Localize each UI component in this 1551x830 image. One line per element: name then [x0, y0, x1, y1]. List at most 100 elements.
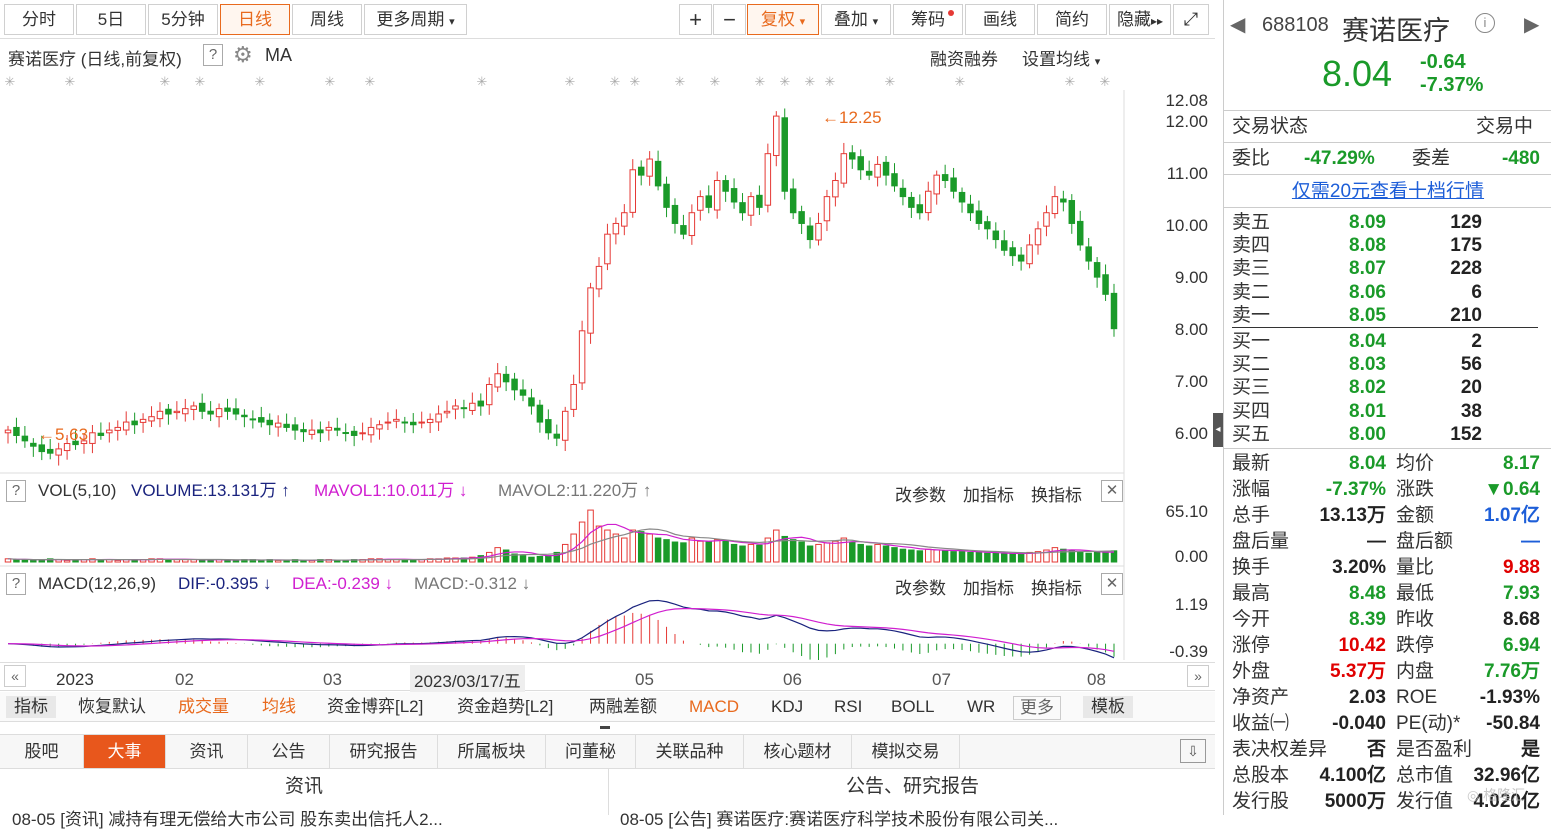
- indicator-more-button[interactable]: 更多: [1013, 696, 1061, 720]
- bottom-tab-research[interactable]: 研究报告: [330, 735, 438, 768]
- indicator-tab-boll[interactable]: BOLL: [891, 696, 934, 718]
- volume-bar: [1051, 547, 1059, 563]
- period-tab-weekly[interactable]: 周线: [292, 4, 362, 35]
- help-button[interactable]: ?: [203, 44, 223, 66]
- candle-body: [857, 156, 864, 171]
- bid-volume: 20: [1460, 377, 1482, 399]
- candle-body: [832, 180, 839, 198]
- news-right-row[interactable]: 08-05 [公告] 赛诺医疗:赛诺医疗科学技术股份有限公司关...: [620, 805, 1205, 830]
- chips-button[interactable]: 筹码: [893, 4, 963, 35]
- stat-label: 外盘: [1232, 661, 1271, 682]
- weibi-label: 委比: [1232, 148, 1271, 169]
- candle-body: [367, 426, 375, 436]
- indicator-tab-fund-game[interactable]: 资金博弈[L2]: [327, 696, 423, 718]
- vol-help-button[interactable]: ?: [6, 480, 26, 502]
- period-tab-5day[interactable]: 5日: [76, 4, 146, 35]
- kline-chart[interactable]: ✳ ✳ ✳ ✳ ✳ ✳ ✳ ✳ ✳ ✳ ✳ ✳ ✳ ✳ ✳ ✳ ✳ ✳ ✳ ✳ ✳: [0, 70, 1215, 660]
- volume-bar: [899, 548, 907, 563]
- info-icon[interactable]: i: [1475, 13, 1495, 33]
- collapse-handle-icon[interactable]: ▬: [590, 722, 620, 732]
- stat-value: 4.100亿: [1319, 765, 1386, 786]
- chevron-down-icon: ▾: [872, 16, 879, 28]
- zoom-in-button[interactable]: +: [679, 4, 712, 35]
- indicator-tab-macd[interactable]: MACD: [689, 696, 739, 718]
- bottom-tab-news[interactable]: 资讯: [166, 735, 248, 768]
- volume-bar: [832, 540, 839, 563]
- indicator-tab-rsi[interactable]: RSI: [834, 696, 862, 718]
- download-icon[interactable]: ⇩: [1180, 739, 1206, 763]
- bid-label: 买二: [1232, 354, 1271, 376]
- macd-help-button[interactable]: ?: [6, 573, 26, 595]
- simple-button[interactable]: 简约: [1037, 4, 1107, 35]
- period-tab-fenshi[interactable]: 分时: [4, 4, 74, 35]
- margin-trading-button[interactable]: 融资融券: [930, 45, 998, 70]
- scroll-right-icon[interactable]: »: [1187, 665, 1209, 687]
- hide-label: 隐藏: [1116, 10, 1151, 29]
- vol-add-indicator-button[interactable]: 加指标: [963, 481, 1014, 506]
- macd-switch-indicator-button[interactable]: 换指标: [1031, 574, 1082, 599]
- vol-close-icon[interactable]: ✕: [1101, 480, 1123, 502]
- candle-body: [55, 448, 62, 456]
- bottom-tab-themes[interactable]: 核心题材: [744, 735, 852, 768]
- bottom-tab-events[interactable]: 大事: [84, 735, 166, 768]
- depth-upgrade-link[interactable]: 仅需20元查看十档行情: [1224, 180, 1551, 203]
- stat-value: 9.88: [1503, 557, 1540, 578]
- volume-bar: [528, 556, 535, 563]
- event-marker-icon: ✳: [365, 74, 376, 89]
- bottom-tab-ask-secretary[interactable]: 问董秘: [546, 735, 636, 768]
- next-stock-icon[interactable]: ▶: [1524, 12, 1539, 37]
- side-panel-toggle-icon[interactable]: ◂: [1213, 413, 1223, 447]
- candle-body: [148, 416, 155, 422]
- volume-bar: [654, 537, 662, 563]
- fullscreen-icon[interactable]: ⤢: [1173, 4, 1209, 35]
- stat-value: -50.84: [1486, 713, 1540, 734]
- gear-icon[interactable]: ⚙: [233, 42, 253, 68]
- zoom-out-button[interactable]: −: [713, 4, 746, 35]
- macd-params-button[interactable]: 改参数: [895, 574, 946, 599]
- indicator-tab-kdj[interactable]: KDJ: [771, 696, 803, 718]
- news-left-row[interactable]: 08-05 [资讯] 减持有理无偿给大市公司 股东卖出信托人2...: [12, 805, 602, 830]
- vol-params-button[interactable]: 改参数: [895, 481, 946, 506]
- date-label: 07: [932, 670, 951, 689]
- candle-body: [612, 222, 620, 235]
- fq-dropdown[interactable]: 复权 ▾: [747, 4, 819, 35]
- ma-label[interactable]: MA: [265, 45, 292, 66]
- indicator-tab-fund-trend[interactable]: 资金趋势[L2]: [457, 696, 553, 718]
- event-marker-icon: ✳: [825, 74, 836, 89]
- candle-body: [342, 432, 349, 435]
- hide-button[interactable]: 隐藏▸▸: [1109, 4, 1171, 35]
- period-tab-daily[interactable]: 日线: [220, 4, 290, 35]
- macd-add-indicator-button[interactable]: 加指标: [963, 574, 1014, 599]
- indicator-tab-wr[interactable]: WR: [967, 696, 995, 718]
- macd-dif: DIF:-0.395 ↓: [178, 574, 272, 593]
- vol-switch-indicator-button[interactable]: 换指标: [1031, 481, 1082, 506]
- period-more-dropdown[interactable]: 更多周期 ▾: [364, 4, 467, 35]
- volume-bars: [4, 509, 1118, 563]
- indicator-tab-margin-diff[interactable]: 两融差额: [589, 696, 657, 718]
- indicator-tab-volume[interactable]: 成交量: [178, 696, 229, 718]
- volume-bar: [815, 543, 822, 563]
- candle-body: [97, 432, 105, 436]
- bottom-tab-simulated-trading[interactable]: 模拟交易: [852, 735, 960, 768]
- bottom-tab-sectors[interactable]: 所属板块: [438, 735, 546, 768]
- set-ma-dropdown[interactable]: 设置均线 ▾: [1022, 45, 1100, 70]
- overlay-dropdown[interactable]: 叠加 ▾: [821, 4, 891, 35]
- scroll-left-icon[interactable]: «: [4, 665, 26, 687]
- candle-body: [891, 173, 898, 187]
- bottom-tab-related[interactable]: 关联品种: [636, 735, 744, 768]
- bottom-tab-announcements[interactable]: 公告: [248, 735, 330, 768]
- draw-button[interactable]: 画线: [965, 4, 1035, 35]
- macd-close-icon[interactable]: ✕: [1101, 573, 1123, 595]
- prev-stock-icon[interactable]: ◀: [1230, 12, 1245, 37]
- stat-label: 最新: [1232, 453, 1271, 474]
- indicator-reset-tab[interactable]: 恢复默认: [78, 696, 146, 718]
- bottom-tab-guba[interactable]: 股吧: [0, 735, 84, 768]
- indicator-tab-ma[interactable]: 均线: [262, 696, 296, 718]
- stat-label: 量比: [1396, 557, 1435, 578]
- indicator-template-button[interactable]: 模板: [1083, 696, 1133, 718]
- volume-bar: [891, 547, 898, 563]
- candle-body: [426, 418, 434, 424]
- date-label: 06: [783, 670, 802, 689]
- period-tab-5min[interactable]: 5分钟: [148, 4, 218, 35]
- candle-body: [587, 287, 594, 334]
